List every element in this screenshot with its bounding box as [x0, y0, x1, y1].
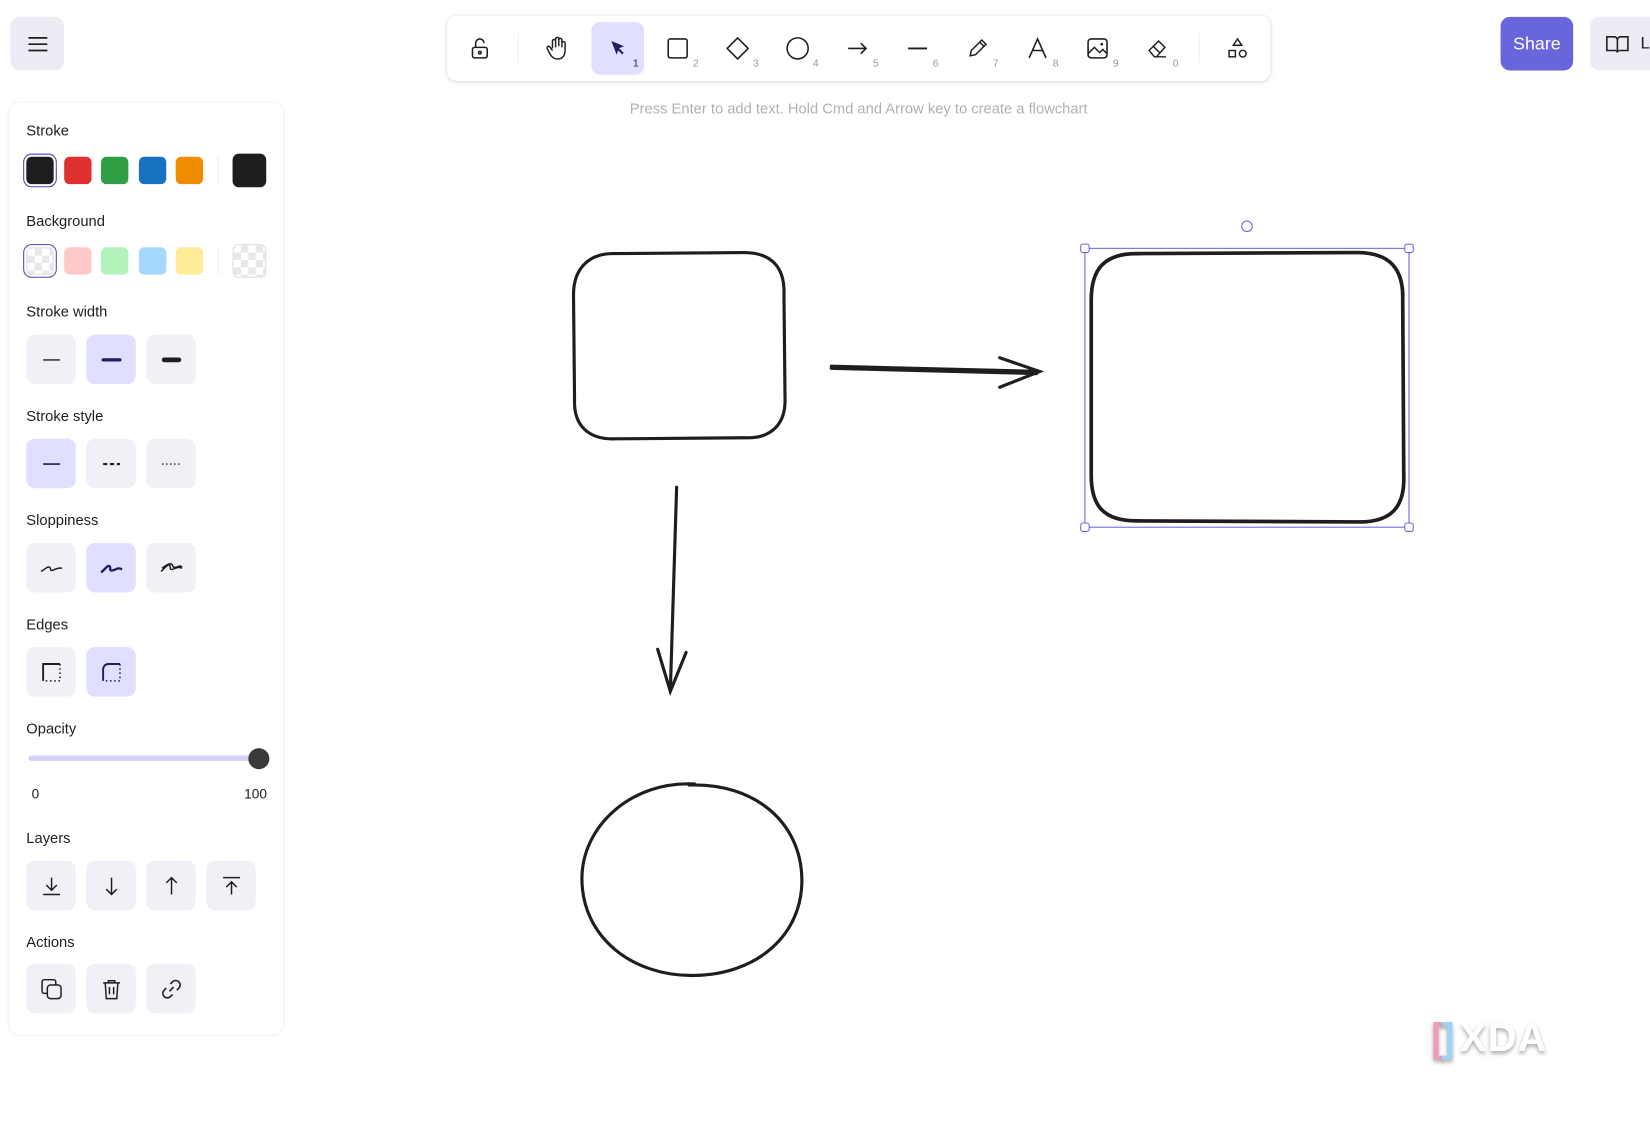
drawing-canvas[interactable] [0, 0, 1650, 1132]
resize-handle-ne [1404, 243, 1414, 254]
rectangle-shape-1 [571, 250, 787, 441]
rectangle-shape-2-selected [1089, 250, 1406, 524]
arrow-shape-right [829, 356, 1045, 389]
ellipse-shape [580, 782, 804, 978]
xdr-watermark-logo: [] XDA [1431, 1016, 1548, 1061]
selection-box [1080, 220, 1414, 532]
rotate-handle [1241, 220, 1253, 233]
arrow-shape-down [656, 485, 688, 697]
resize-handle-nw [1080, 243, 1090, 254]
resize-handle-se [1404, 522, 1414, 532]
resize-handle-sw [1080, 522, 1090, 532]
